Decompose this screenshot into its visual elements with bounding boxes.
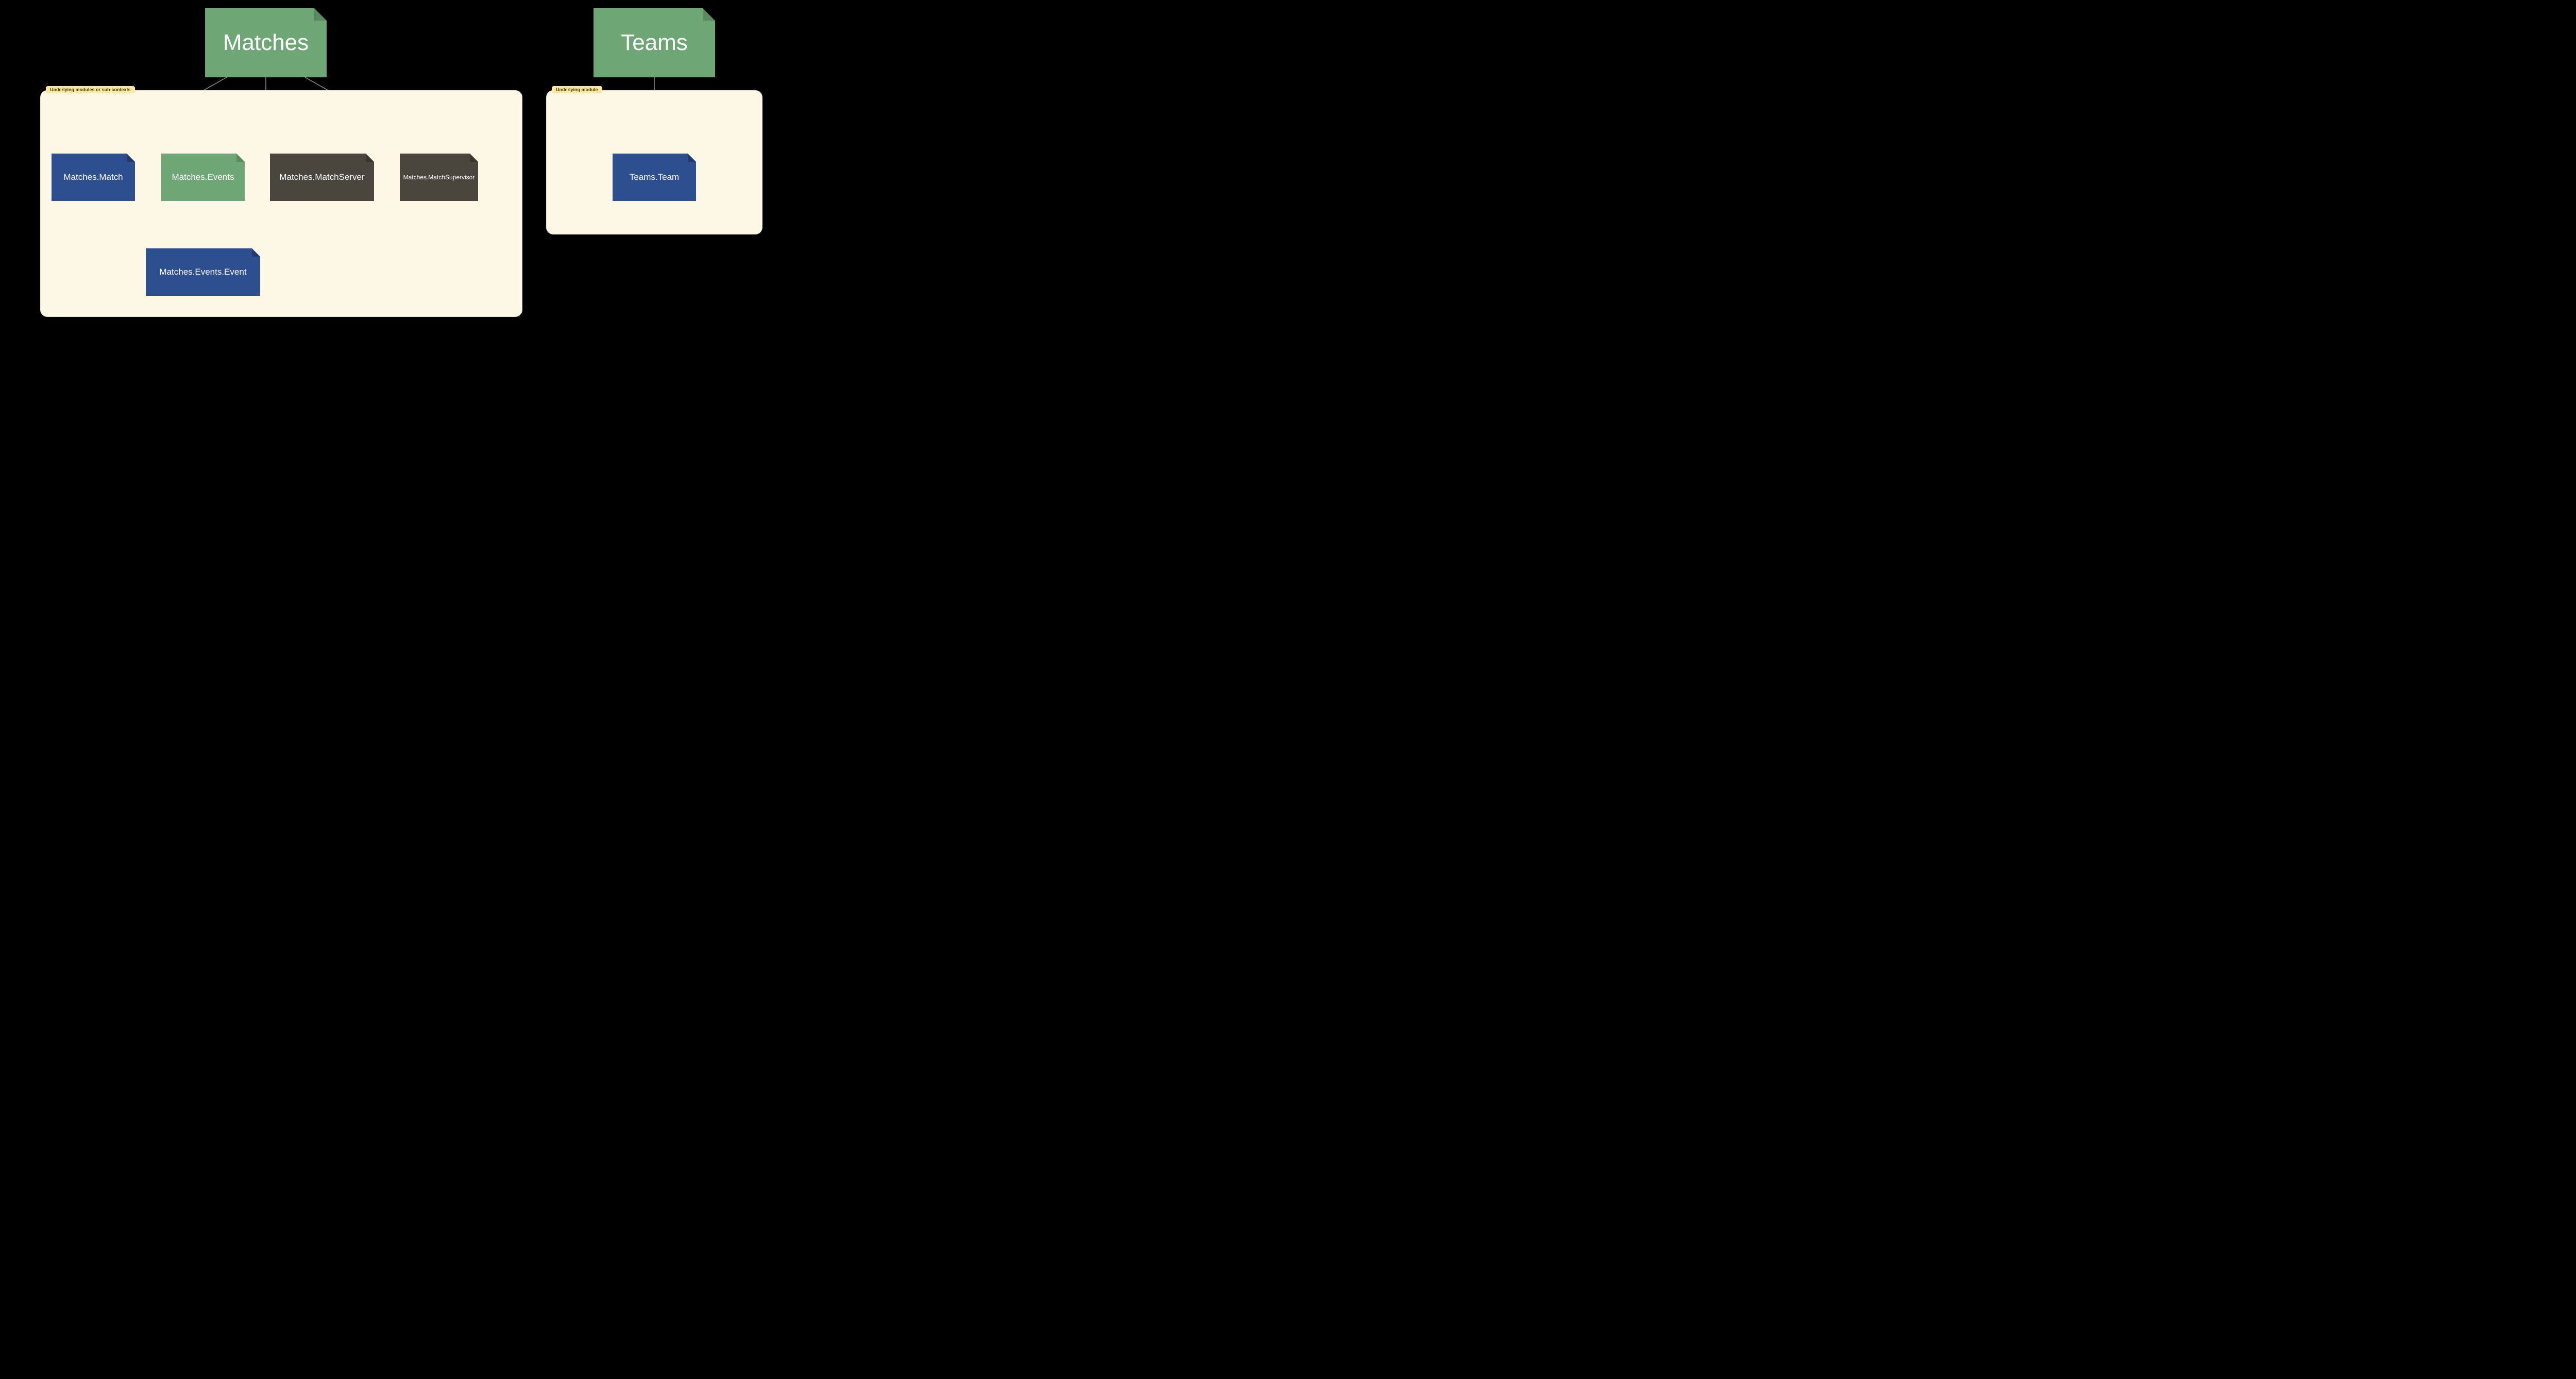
node-matches-matchserver: Matches.MatchServer: [270, 154, 374, 201]
node-teams-root-label: Teams: [621, 30, 688, 56]
node-matches-supervisor-label: Matches.MatchSupervisor: [403, 174, 475, 181]
node-teams-team: Teams.Team: [613, 154, 696, 201]
node-matches-events-label: Matches.Events: [172, 172, 234, 182]
diagram-canvas: Underlying modules or sub-contexts Under…: [0, 0, 799, 333]
node-matches-events-event-label: Matches.Events.Event: [159, 267, 246, 277]
group-matches: Underlying modules or sub-contexts: [40, 90, 522, 317]
node-matches-events-event: Matches.Events.Event: [146, 248, 260, 296]
group-matches-label: Underlying modules or sub-contexts: [46, 86, 135, 93]
node-matches-matchserver-label: Matches.MatchServer: [279, 172, 364, 182]
node-matches-root: Matches: [205, 8, 327, 77]
node-teams-team-label: Teams.Team: [630, 172, 679, 182]
node-matches-match-label: Matches.Match: [63, 172, 123, 182]
group-teams-label: Underlying module: [552, 86, 602, 93]
node-matches-match: Matches.Match: [52, 154, 135, 201]
node-matches-root-label: Matches: [223, 30, 309, 56]
node-matches-events: Matches.Events: [161, 154, 245, 201]
node-teams-root: Teams: [594, 8, 715, 77]
node-matches-supervisor: Matches.MatchSupervisor: [400, 154, 478, 201]
